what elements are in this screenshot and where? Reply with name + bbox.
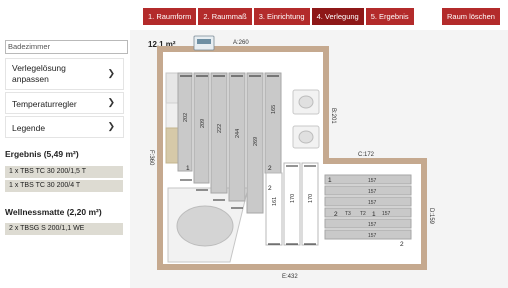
strip-label: 209 xyxy=(200,119,206,128)
t-label: T3 xyxy=(345,211,351,217)
strip-label: 244 xyxy=(235,129,241,138)
wall-left xyxy=(157,46,163,270)
strip-label: 165 xyxy=(271,105,277,114)
strip-number: 1 xyxy=(372,211,376,218)
heating-strip[interactable] xyxy=(301,162,319,246)
floor-plan: 202 209 222 244 269 165 161 170 170 157 … xyxy=(148,35,434,280)
sink-lower-basin xyxy=(298,130,314,144)
dim-a: A:260 xyxy=(233,40,249,46)
dim-b: B:201 xyxy=(330,108,336,124)
strip-label: 157 xyxy=(368,233,377,239)
heating-strip[interactable] xyxy=(324,207,412,218)
dim-e: E:432 xyxy=(282,274,298,280)
t-label: T2 xyxy=(360,211,366,217)
strip-label: 202 xyxy=(183,113,189,122)
strip-label: 157 xyxy=(382,211,391,217)
sink-upper-basin xyxy=(298,95,314,109)
dim-f: F:360 xyxy=(148,150,154,166)
strip-label: 269 xyxy=(253,137,259,146)
heating-strip[interactable] xyxy=(283,162,301,246)
strip-number: 2 xyxy=(334,211,338,218)
strip-number: 1 xyxy=(328,177,332,184)
wall-d xyxy=(421,158,427,270)
strip-label: 161 xyxy=(272,197,278,206)
strip-number: 2 xyxy=(268,165,272,172)
heating-strip[interactable] xyxy=(264,72,282,174)
strip-label: 222 xyxy=(217,124,223,133)
strip-label: 157 xyxy=(368,222,377,228)
dim-d: D:159 xyxy=(428,208,434,225)
strip-number: 2 xyxy=(268,185,272,192)
wall-b xyxy=(323,46,329,162)
wall-bottom xyxy=(157,264,427,270)
wall-c xyxy=(323,158,427,164)
strip-label: 170 xyxy=(308,194,314,203)
thermostat-icon[interactable] xyxy=(193,35,215,51)
wall-top xyxy=(157,46,329,52)
strip-number: 1 xyxy=(186,165,190,172)
strip-label: 170 xyxy=(290,194,296,203)
strip-number: 2 xyxy=(400,241,404,248)
dim-c: C:172 xyxy=(358,152,375,158)
strip-label: 157 xyxy=(368,178,377,184)
heating-strip[interactable] xyxy=(265,172,283,246)
bathtub-basin xyxy=(176,205,234,247)
strip-label: 157 xyxy=(368,200,377,206)
strip-label: 157 xyxy=(368,189,377,195)
